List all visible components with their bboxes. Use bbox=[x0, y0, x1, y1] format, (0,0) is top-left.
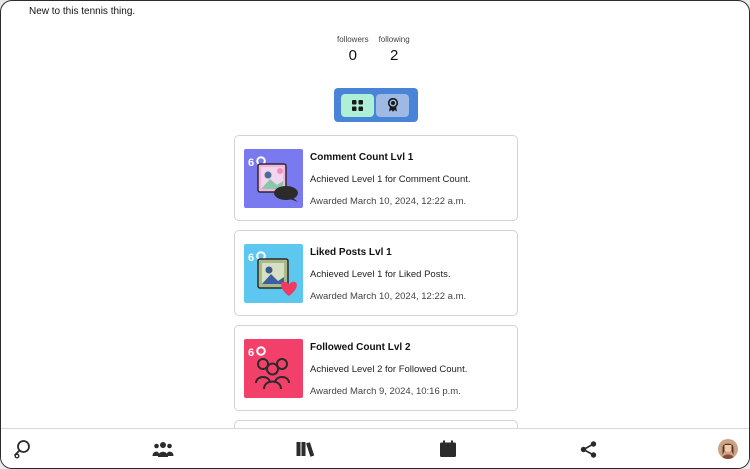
comment-badge: 6 bbox=[244, 149, 303, 208]
achievement-description: Achieved Level 1 for Liked Posts. bbox=[310, 269, 451, 280]
achievement-card[interactable]: 6 Liked Posts Lvl 1 Achieved Level 1 for… bbox=[234, 230, 518, 316]
svg-text:6: 6 bbox=[248, 252, 254, 264]
achievement-title: Followed Count Lvl 2 bbox=[310, 342, 411, 353]
achievement-title: Comment Count Lvl 1 bbox=[310, 152, 414, 163]
followers-label: followers bbox=[337, 35, 369, 44]
achievement-card[interactable]: 6 Comment Count Lvl 1 Achieved Level 1 f… bbox=[234, 135, 518, 221]
bottom-nav bbox=[1, 428, 749, 468]
followed-badge: 6 bbox=[244, 339, 303, 398]
liked-badge: 6 bbox=[244, 244, 303, 303]
achievement-date: Awarded March 10, 2024, 12:22 a.m. bbox=[310, 291, 467, 302]
achievement-description: Achieved Level 2 for Followed Count. bbox=[310, 364, 468, 375]
nav-search[interactable] bbox=[11, 438, 33, 460]
achievement-description: Achieved Level 1 for Comment Count. bbox=[310, 174, 471, 185]
achievement-date: Awarded March 9, 2024, 10:16 p.m. bbox=[310, 386, 461, 397]
grid-view-button[interactable] bbox=[341, 93, 374, 117]
achievement-card[interactable]: 6 Followed Count Lvl 2 Achieved Level 2 … bbox=[234, 325, 518, 411]
share-icon bbox=[580, 440, 596, 458]
community-icon bbox=[152, 442, 174, 457]
followers-count: 0 bbox=[348, 47, 357, 64]
profile-avatar bbox=[718, 439, 738, 459]
app-frame: New to this tennis thing. followers 0 fo… bbox=[0, 0, 750, 469]
profile-bio: New to this tennis thing. bbox=[29, 6, 136, 17]
achievement-title: Liked Posts Lvl 1 bbox=[310, 247, 392, 258]
nav-share[interactable] bbox=[577, 438, 599, 460]
following-stat[interactable]: following 2 bbox=[379, 35, 410, 64]
nav-library[interactable] bbox=[295, 438, 317, 460]
awards-view-button[interactable] bbox=[376, 93, 409, 117]
following-label: following bbox=[378, 35, 410, 44]
view-toggle bbox=[334, 88, 418, 122]
achievement-list: 6 Comment Count Lvl 1 Achieved Level 1 f… bbox=[234, 135, 518, 449]
nav-profile[interactable] bbox=[717, 438, 739, 460]
calendar-icon bbox=[440, 440, 456, 457]
nav-calendar[interactable] bbox=[437, 438, 459, 460]
award-icon bbox=[387, 98, 398, 112]
library-icon bbox=[296, 442, 315, 457]
following-count: 2 bbox=[389, 47, 399, 64]
grid-icon bbox=[352, 99, 363, 111]
follow-stats: followers 0 following 2 bbox=[337, 35, 410, 64]
achievement-date: Awarded March 10, 2024, 12:22 a.m. bbox=[310, 196, 467, 207]
nav-community[interactable] bbox=[152, 438, 174, 460]
svg-text:6: 6 bbox=[248, 157, 254, 169]
search-icon bbox=[14, 440, 30, 459]
svg-text:6: 6 bbox=[248, 347, 254, 359]
followers-stat[interactable]: followers 0 bbox=[337, 35, 369, 64]
